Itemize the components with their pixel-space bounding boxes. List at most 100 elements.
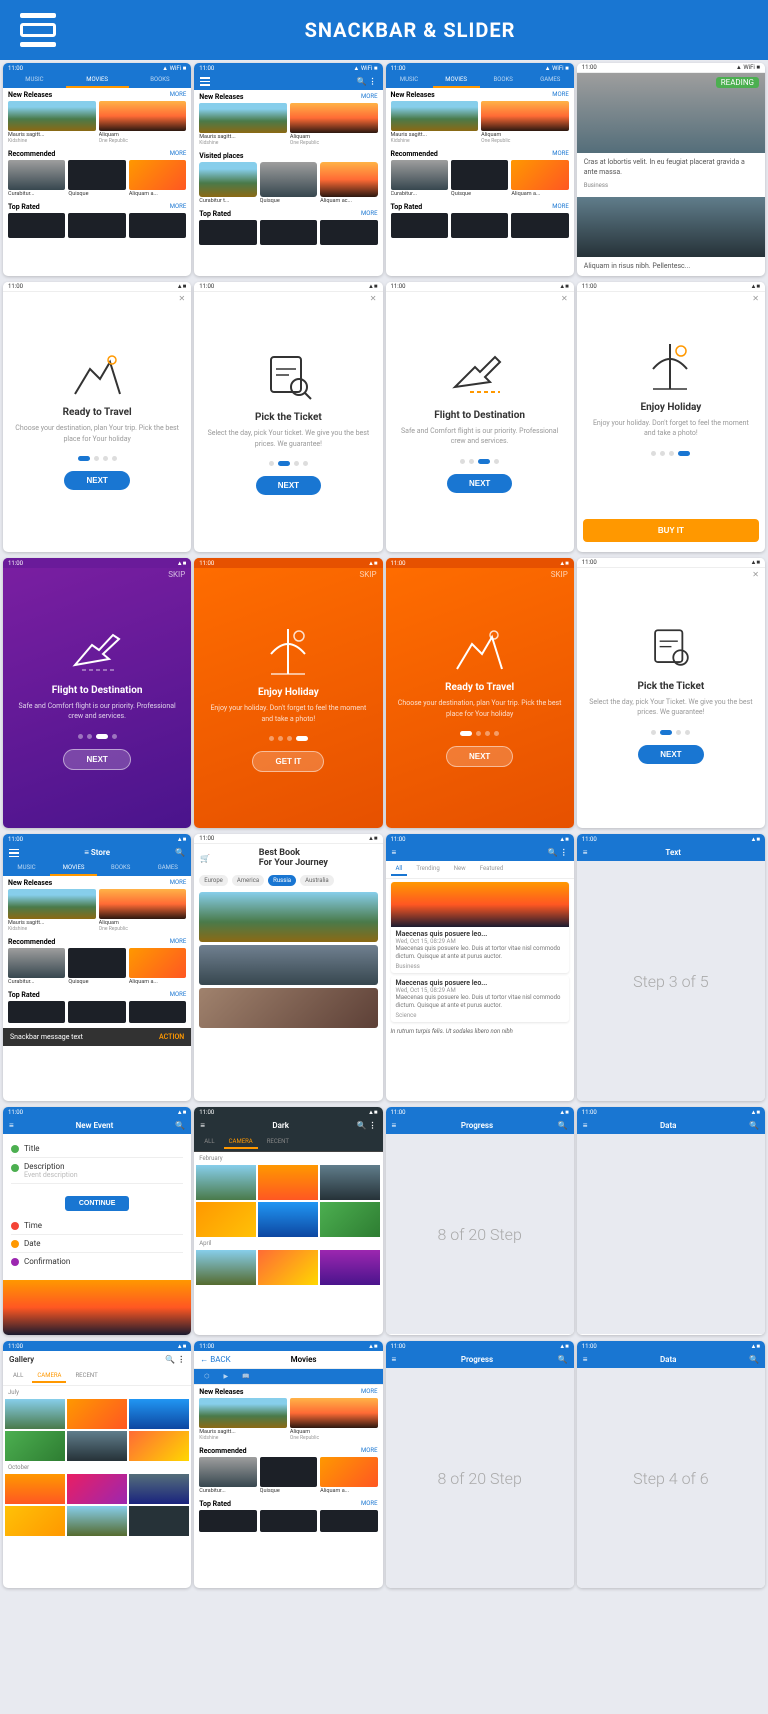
- article-card-2[interactable]: Maecenas quis posuere leo... Wed, Oct 15…: [391, 976, 569, 1022]
- close-btn-3[interactable]: ✕: [561, 294, 568, 303]
- gal-tab-recent[interactable]: RECENT: [70, 1370, 102, 1383]
- dark-tab-all[interactable]: ALL: [199, 1136, 219, 1149]
- skip-btn-purple[interactable]: SKIP: [168, 570, 185, 579]
- next-btn-1[interactable]: NEXT: [64, 471, 129, 490]
- book-card-2[interactable]: [199, 945, 377, 985]
- dark-tab-camera[interactable]: CAMERA: [224, 1136, 258, 1149]
- toprated-header-3: Top Rated MORE: [386, 200, 574, 212]
- close-btn-1[interactable]: ✕: [179, 294, 186, 303]
- gal-cell-11[interactable]: [67, 1506, 127, 1536]
- dark-gal-cell-9[interactable]: [320, 1250, 380, 1285]
- step-label-8-20: 8 of 20 Step: [437, 1225, 521, 1244]
- article-meta-2: Wed, Oct 15, 08:29 AM: [396, 987, 564, 994]
- book-card-1[interactable]: [199, 892, 377, 942]
- gal-cell-3[interactable]: [129, 1399, 189, 1429]
- close-btn-ticket[interactable]: ✕: [752, 570, 759, 579]
- close-btn-2[interactable]: ✕: [370, 294, 377, 303]
- tab-games-a[interactable]: GAMES: [144, 861, 191, 876]
- gal-tab-all[interactable]: ALL: [8, 1370, 28, 1383]
- dark-tab-recent[interactable]: RECENT: [262, 1136, 294, 1149]
- tab-music-3[interactable]: MUSIC: [386, 73, 433, 88]
- ticket-title-sm: Pick the Ticket: [637, 681, 704, 692]
- tab-books-3[interactable]: BOOKS: [480, 73, 527, 88]
- gal-tab-camera[interactable]: CAMERA: [32, 1370, 66, 1383]
- tab-music-a[interactable]: MUSIC: [3, 861, 50, 876]
- gal-cell-4[interactable]: [5, 1431, 65, 1461]
- mv-tab-movies[interactable]: ▶: [219, 1371, 234, 1382]
- gal-cell-1[interactable]: [5, 1399, 65, 1429]
- card-thumb-3-2: [481, 101, 569, 131]
- dot-time: [11, 1222, 19, 1230]
- skip-btn-orange-2[interactable]: SKIP: [551, 570, 568, 579]
- dark-gal-cell-2[interactable]: [258, 1165, 318, 1200]
- next-btn-ticket[interactable]: NEXT: [638, 745, 703, 764]
- tab-music-1[interactable]: MUSIC: [3, 73, 66, 88]
- mv-tab-books[interactable]: 📖: [237, 1371, 254, 1382]
- snackbar-icon: [20, 12, 56, 48]
- dot-desc: [11, 1164, 19, 1172]
- ab-progress: ≡ Progress 🔍: [386, 1117, 574, 1134]
- dark-gal-cell-1[interactable]: [196, 1165, 256, 1200]
- article-card-1[interactable]: Maecenas quis posuere leo... Wed, Oct 15…: [391, 882, 569, 973]
- next-btn-orange[interactable]: GET IT: [252, 751, 324, 772]
- gal-cell-10[interactable]: [5, 1506, 65, 1536]
- article-title-1: Maecenas quis posuere leo...: [396, 930, 564, 938]
- gal-grid-1: [3, 1399, 191, 1461]
- movies-back-btn[interactable]: ← BACK: [200, 1355, 230, 1364]
- book-card-3[interactable]: [199, 988, 377, 1028]
- tab-movies-a[interactable]: MOVIES: [50, 861, 97, 876]
- gal-cell-6[interactable]: [129, 1431, 189, 1461]
- onboarding-desc-3: Safe and Comfort flight is our priority.…: [396, 426, 564, 447]
- gal-cell-7[interactable]: [5, 1474, 65, 1504]
- blog-tab-featured[interactable]: Featured: [475, 863, 509, 876]
- blog-tab-all[interactable]: All: [391, 863, 408, 876]
- next-btn-2[interactable]: NEXT: [256, 476, 321, 495]
- visited-2: Quisque: [260, 162, 317, 204]
- next-btn-orange2[interactable]: NEXT: [446, 746, 513, 767]
- dark-gal-cell-7[interactable]: [196, 1250, 256, 1285]
- skip-btn-orange[interactable]: SKIP: [360, 570, 377, 579]
- filter-russia[interactable]: Russia: [268, 875, 296, 886]
- app-bar-2: 🔍 ⋮: [194, 73, 382, 90]
- tab-movies-3[interactable]: MOVIES: [433, 73, 480, 88]
- buy-it-btn[interactable]: BUY IT: [583, 519, 759, 542]
- orange-desc: Enjoy your holiday. Don't forget to feel…: [204, 703, 372, 724]
- blog-tab-trending[interactable]: Trending: [411, 863, 444, 876]
- article-cat-2: Science: [396, 1012, 564, 1019]
- filter-europe[interactable]: Europe: [199, 875, 228, 886]
- sb-onb-3: 11:00▲■: [386, 282, 574, 292]
- sb-book: 11:00▲■: [194, 834, 382, 844]
- tab-games-3[interactable]: GAMES: [527, 73, 574, 88]
- gal-cell-12[interactable]: [129, 1506, 189, 1536]
- gal-cell-5[interactable]: [67, 1431, 127, 1461]
- blog-tab-new[interactable]: New: [449, 863, 471, 876]
- sb-onb-2: 11:00▲■: [194, 282, 382, 292]
- next-btn-purple[interactable]: NEXT: [63, 749, 130, 770]
- tab-books-a[interactable]: BOOKS: [97, 861, 144, 876]
- gal-cell-8[interactable]: [67, 1474, 127, 1504]
- data-content-area: [577, 1134, 765, 1334]
- top2-thumb-2: [260, 220, 317, 245]
- sb-albums: 11:00▲■: [3, 834, 191, 844]
- dark-gal-cell-4[interactable]: [196, 1202, 256, 1237]
- store-screen-2: 11:00 ▲ WiFi ■ 🔍 ⋮ New Releases MORE Mau…: [194, 63, 382, 276]
- filter-america[interactable]: America: [232, 875, 264, 886]
- filter-australia[interactable]: Australia: [300, 875, 334, 886]
- close-btn-4[interactable]: ✕: [752, 294, 759, 303]
- article-hero-2: [577, 197, 765, 257]
- mv-tab-music[interactable]: ⬡: [199, 1371, 214, 1382]
- dark-gal-cell-8[interactable]: [258, 1250, 318, 1285]
- dark-gal-cell-3[interactable]: [320, 1165, 380, 1200]
- continue-btn[interactable]: CONTINUE: [65, 1196, 130, 1211]
- gal-cell-9[interactable]: [129, 1474, 189, 1504]
- gal-cell-2[interactable]: [67, 1399, 127, 1429]
- dark-gal-cell-5[interactable]: [258, 1202, 318, 1237]
- placeholder-desc: Event description: [24, 1171, 78, 1179]
- next-btn-3[interactable]: NEXT: [447, 474, 512, 493]
- continue-container: CONTINUE: [11, 1190, 183, 1211]
- tab-movies-1[interactable]: MOVIES: [66, 73, 129, 88]
- dark-gal-cell-6[interactable]: [320, 1202, 380, 1237]
- label-date: Date: [24, 1239, 40, 1248]
- tab-books-1[interactable]: BOOKS: [129, 73, 192, 88]
- snackbar-action-1[interactable]: ACTION: [159, 1033, 184, 1041]
